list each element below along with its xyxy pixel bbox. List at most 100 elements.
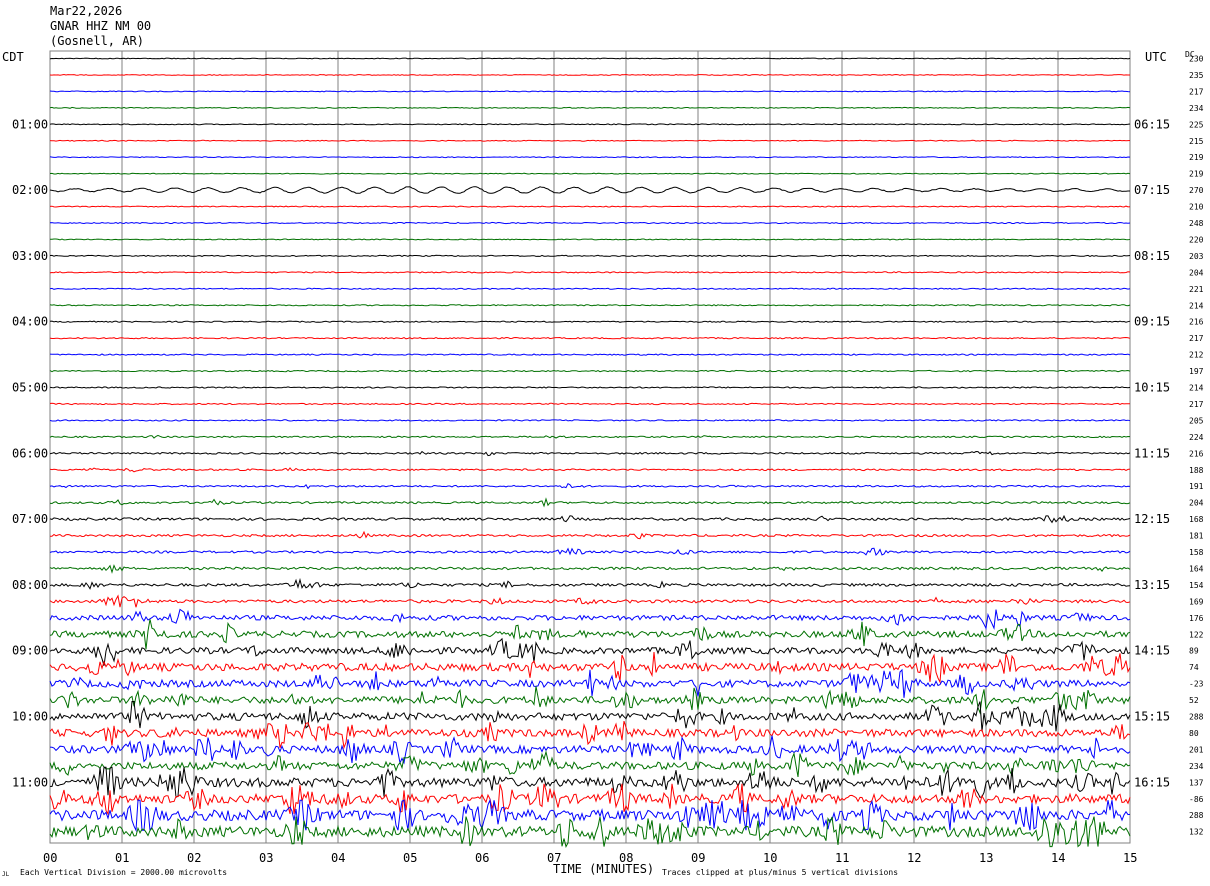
plot-frame: [49, 50, 1131, 844]
dc-offset-value: 52: [1189, 696, 1199, 705]
dc-offset-value: 217: [1189, 334, 1204, 343]
trace-47: [49, 816, 1131, 848]
right-time-label: 06:15: [1134, 117, 1170, 131]
header-location: (Gosnell, AR): [50, 34, 144, 48]
left-time-label: 03:00: [12, 249, 48, 263]
dc-offset-value: 197: [1189, 367, 1204, 376]
left-time-label: 01:00: [12, 117, 48, 131]
dc-offset-value: 234: [1189, 762, 1204, 771]
trace-41: [49, 720, 1131, 750]
dc-offset-value: 181: [1189, 532, 1204, 541]
clip-note: Traces clipped at plus/minus 5 vertical …: [662, 868, 898, 877]
trace-3: [49, 106, 1131, 109]
trace-40: [49, 701, 1131, 732]
trace-0: [49, 57, 1131, 60]
trace-4: [49, 123, 1131, 126]
trace-36: [49, 637, 1131, 666]
grid: [49, 50, 1131, 844]
left-time-label: 06:00: [12, 446, 48, 460]
dc-offset-value: 216: [1189, 318, 1204, 327]
trace-27: [49, 497, 1131, 508]
dc-offset-value: 235: [1189, 71, 1204, 80]
left-time-label: 10:00: [12, 710, 48, 724]
dc-offset-value: 225: [1189, 120, 1204, 129]
x-tick-label: 10: [763, 851, 777, 865]
dc-offset-value: 74: [1189, 663, 1199, 672]
trace-10: [49, 221, 1131, 225]
right-time-label: 12:15: [1134, 512, 1170, 526]
trace-7: [49, 172, 1131, 175]
trace-1: [49, 73, 1130, 76]
seismogram-chart: Mar22,2026 GNAR HHZ NM 00 (Gosnell, AR) …: [2, 4, 1204, 878]
dc-offset-value: 214: [1189, 384, 1204, 393]
trace-38: [49, 668, 1131, 698]
x-tick-label: 05: [403, 851, 417, 865]
dc-offset-value: 203: [1189, 252, 1204, 261]
dc-offset-value: 176: [1189, 614, 1204, 623]
left-time-label: 11:00: [12, 775, 48, 789]
right-time-label: 11:15: [1134, 446, 1170, 460]
dc-offset-value: -23: [1189, 680, 1204, 689]
dc-offset-value: 169: [1189, 597, 1204, 606]
dc-offset-value: 224: [1189, 433, 1204, 442]
dc-offset-value: 248: [1189, 219, 1204, 228]
dc-offset-value: 288: [1189, 811, 1204, 820]
x-tick-label: 13: [979, 851, 993, 865]
trace-37: [49, 652, 1131, 684]
dc-offset-value: 137: [1189, 778, 1204, 787]
left-time-label: 04:00: [12, 315, 48, 329]
trace-31: [49, 564, 1131, 574]
right-time-label: 07:15: [1134, 183, 1170, 197]
dc-offset-value: 216: [1189, 449, 1204, 458]
left-time-labels: 01:00 02:00 03:00 04:00 05:00 06:00 07:00 08:00…: [12, 117, 48, 789]
dc-offset-value: 234: [1189, 104, 1204, 113]
dc-offset-value: 191: [1189, 482, 1204, 491]
dc-offset-value: 168: [1189, 515, 1204, 524]
trace-43: [49, 750, 1131, 777]
dc-offset-value: 122: [1189, 630, 1204, 639]
dc-offset-value: 288: [1189, 713, 1204, 722]
trace-42: [49, 735, 1131, 765]
left-time-label: 05:00: [12, 381, 48, 395]
trace-34: [49, 608, 1131, 630]
right-time-label: 10:15: [1134, 381, 1170, 395]
left-zone-label: CDT: [2, 50, 24, 64]
trace-13: [49, 271, 1131, 274]
left-time-label: 08:00: [12, 578, 48, 592]
trace-35: [49, 619, 1131, 650]
right-time-labels: 06:15 07:15 08:15 09:15 10:15 11:15 12:15 13:15…: [1134, 117, 1170, 789]
trace-group: [49, 57, 1131, 848]
trace-32: [49, 577, 1131, 590]
right-time-label: 09:15: [1134, 315, 1170, 329]
vertical-division-note: Each Vertical Division = 2000.00 microvo…: [20, 868, 227, 877]
right-time-label: 08:15: [1134, 249, 1170, 263]
header: Mar22,2026 GNAR HHZ NM 00 (Gosnell, AR): [50, 4, 151, 48]
trace-30: [49, 547, 1131, 556]
trace-11: [49, 238, 1131, 241]
x-tick-label: 02: [187, 851, 201, 865]
dc-offset-value: 230: [1189, 55, 1204, 64]
header-date: Mar22,2026: [50, 4, 122, 18]
dc-offset-value: 154: [1189, 581, 1204, 590]
left-time-label: 09:00: [12, 644, 48, 658]
trace-6: [49, 156, 1131, 159]
trace-45: [49, 782, 1131, 816]
trace-26: [49, 483, 1131, 490]
dc-offset-value: 217: [1189, 400, 1204, 409]
x-tick-label: 11: [835, 851, 849, 865]
dc-offset-value: 201: [1189, 745, 1204, 754]
trace-12: [49, 254, 1131, 258]
right-time-label: 14:15: [1134, 644, 1170, 658]
dc-offset-value: 270: [1189, 186, 1204, 195]
x-tick-label: 00: [43, 851, 57, 865]
trace-16: [49, 320, 1131, 323]
dc-offset-value: 204: [1189, 268, 1204, 277]
dc-offset-value: 219: [1189, 153, 1204, 162]
dc-offset-value: -86: [1189, 795, 1204, 804]
right-time-label: 13:15: [1134, 578, 1170, 592]
dc-offset-value: 217: [1189, 87, 1204, 96]
x-tick-label: 01: [115, 851, 129, 865]
left-time-label: 02:00: [12, 183, 48, 197]
trace-20: [49, 386, 1131, 389]
dc-offset-value: 219: [1189, 170, 1204, 179]
